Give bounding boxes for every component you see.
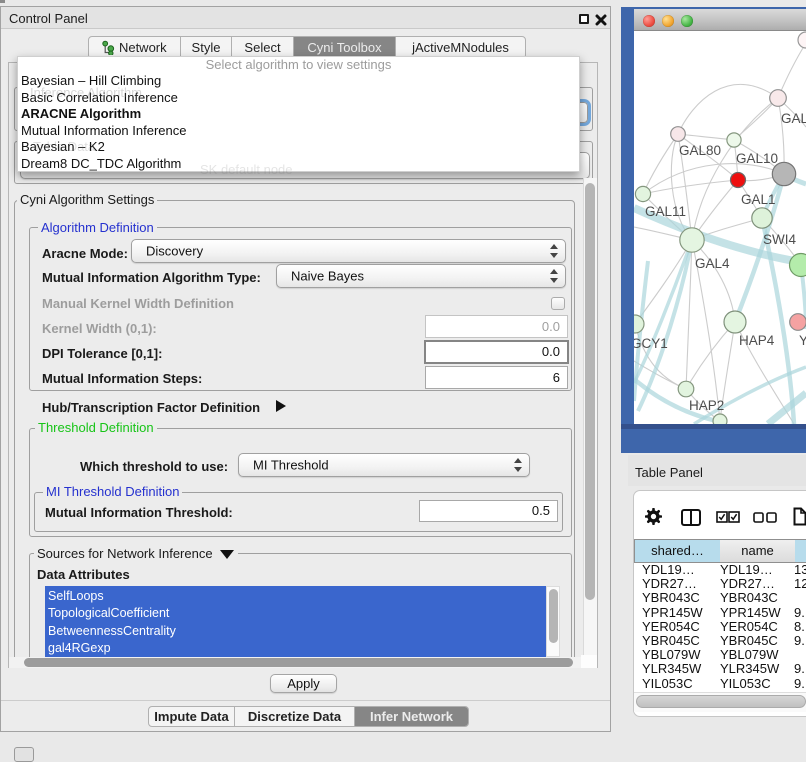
- svg-text:GAL10: GAL10: [736, 151, 778, 166]
- svg-text:SWI4: SWI4: [763, 232, 796, 247]
- svg-text:GAL4: GAL4: [695, 256, 730, 271]
- svg-text:GAL80: GAL80: [679, 143, 721, 158]
- svg-text:GCY1: GCY1: [634, 336, 668, 351]
- svg-text:Y: Y: [799, 333, 806, 348]
- svg-text:GAL: GAL: [781, 111, 806, 126]
- svg-text:GAL11: GAL11: [645, 204, 686, 219]
- svg-text:HAP2: HAP2: [689, 398, 724, 413]
- svg-text:HAP4: HAP4: [739, 333, 775, 348]
- svg-text:GAL1: GAL1: [741, 192, 776, 207]
